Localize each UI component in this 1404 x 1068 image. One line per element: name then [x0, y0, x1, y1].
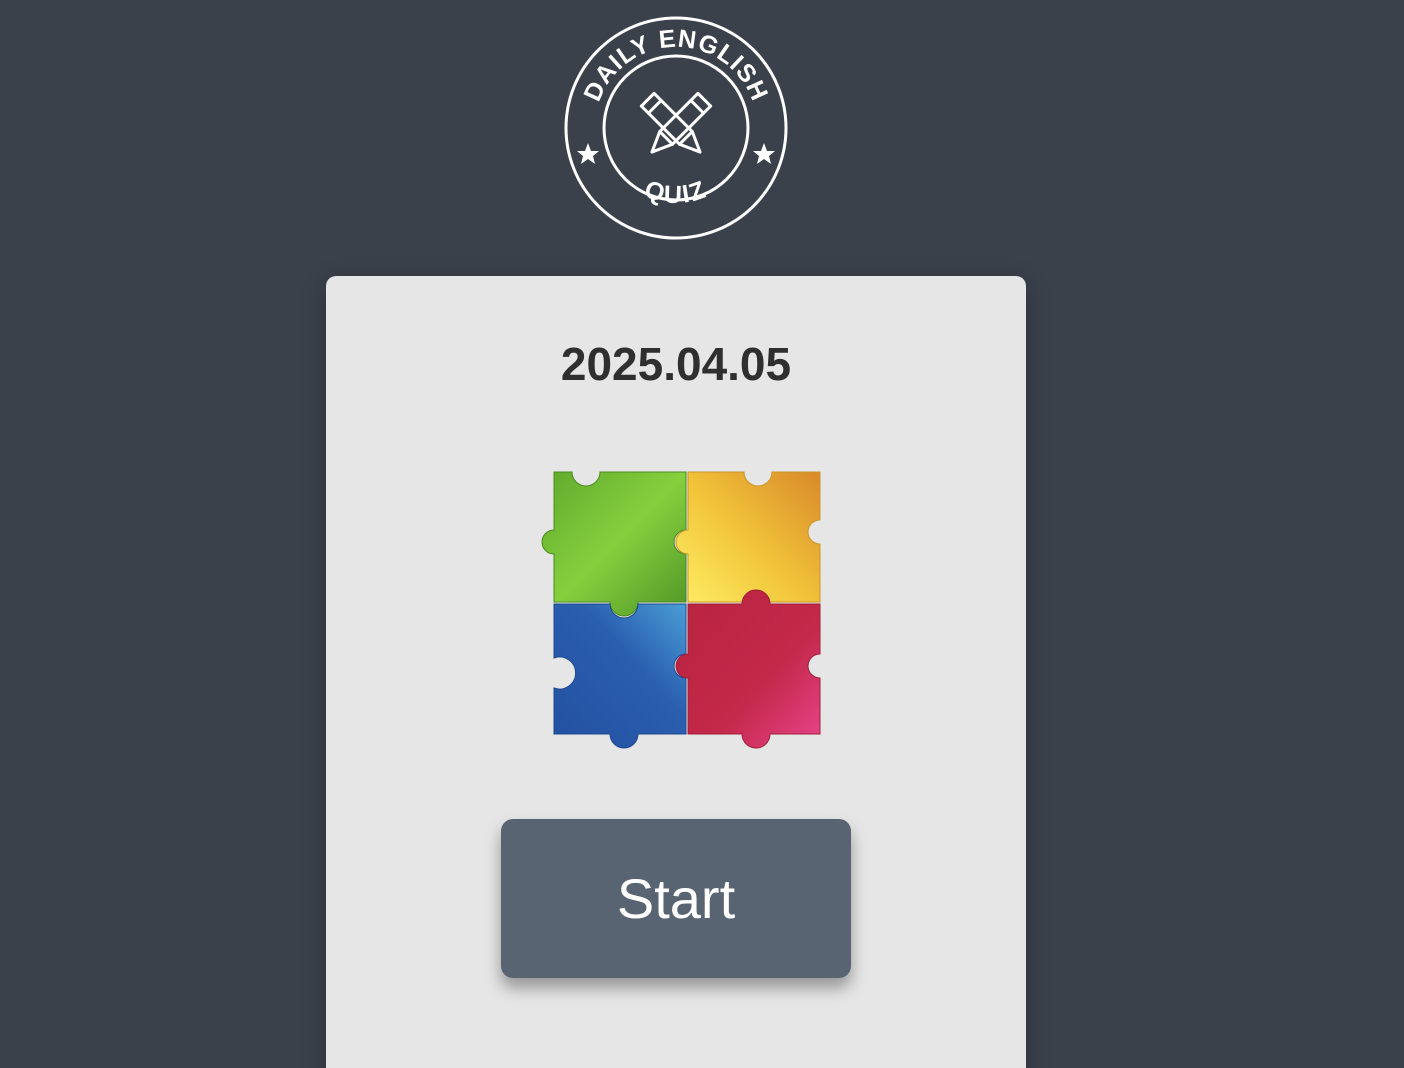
- star-left-icon: [577, 143, 599, 164]
- puzzle-piece-red: [675, 589, 821, 749]
- quiz-date: 2025.04.05: [560, 338, 792, 390]
- puzzle-piece-green: [541, 471, 687, 617]
- star-right-icon: [753, 143, 775, 164]
- page: DAILY ENGLISH QUIZ 2025.04.05 Start: [0, 0, 1404, 1068]
- logo-bottom-text: QUIZ: [641, 175, 711, 209]
- crossed-pencils-icon: [639, 91, 713, 154]
- quiz-logo-emblem: DAILY ENGLISH QUIZ: [564, 16, 788, 240]
- logo-top-text: DAILY ENGLISH: [578, 25, 773, 106]
- puzzle-piece-blue: [553, 603, 687, 749]
- quiz-card: 2025.04.05 Start: [326, 276, 1026, 1068]
- start-button[interactable]: Start: [501, 819, 851, 978]
- quiz-logo: DAILY ENGLISH QUIZ: [563, 15, 789, 241]
- puzzle-pieces-icon: [516, 462, 836, 782]
